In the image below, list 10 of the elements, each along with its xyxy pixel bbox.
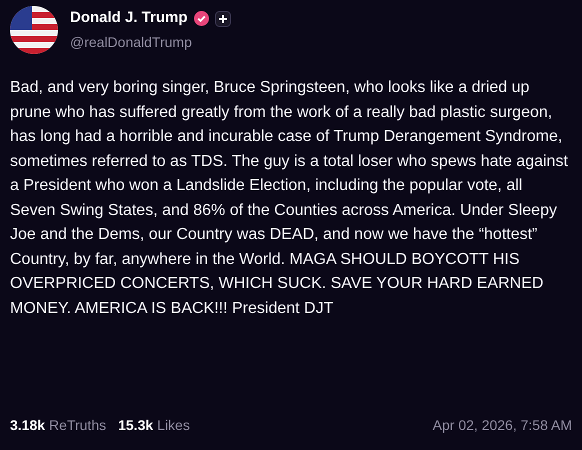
- plus-icon[interactable]: [214, 10, 231, 26]
- stat-label[interactable]: ReTruths: [49, 415, 106, 436]
- stat-label[interactable]: Likes: [157, 415, 190, 436]
- author-name[interactable]: Donald J. Trump: [70, 7, 188, 30]
- stat-count: 15.3k: [118, 416, 154, 435]
- author-handle[interactable]: @realDonaldTrump: [70, 32, 231, 53]
- stat-count: 3.18k: [10, 416, 46, 435]
- post-timestamp: Apr 02, 2026, 7:58 AM: [432, 416, 572, 435]
- post-text: Bad, and very boring singer, Bruce Springsteen, who looks like a dried up prune who has suffered greatly from the work of a really bad plastic surgeon, has long had a horrible and incurable case of Trump Derangement Syndrome, sometimes referred to as TDS. The guy is a total loser who spews hate against a President who won a Landslide Election, including the popular vote, all Seven Swing States, and 86% of the Counties across America. Under Sleepy Joe and the Dems, our Country was DEAD, and now we have the “hottest” Country, by far, anywhere in the World. MAGA SHOULD BOYCOTT HIS OVERPRICED CONCERTS, WHICH SUCK. SAVE YOUR HARD EARNED MONEY. AMERICA IS BACK!!! President DJT: [10, 78, 569, 318]
- avatar-icon: [10, 6, 58, 54]
